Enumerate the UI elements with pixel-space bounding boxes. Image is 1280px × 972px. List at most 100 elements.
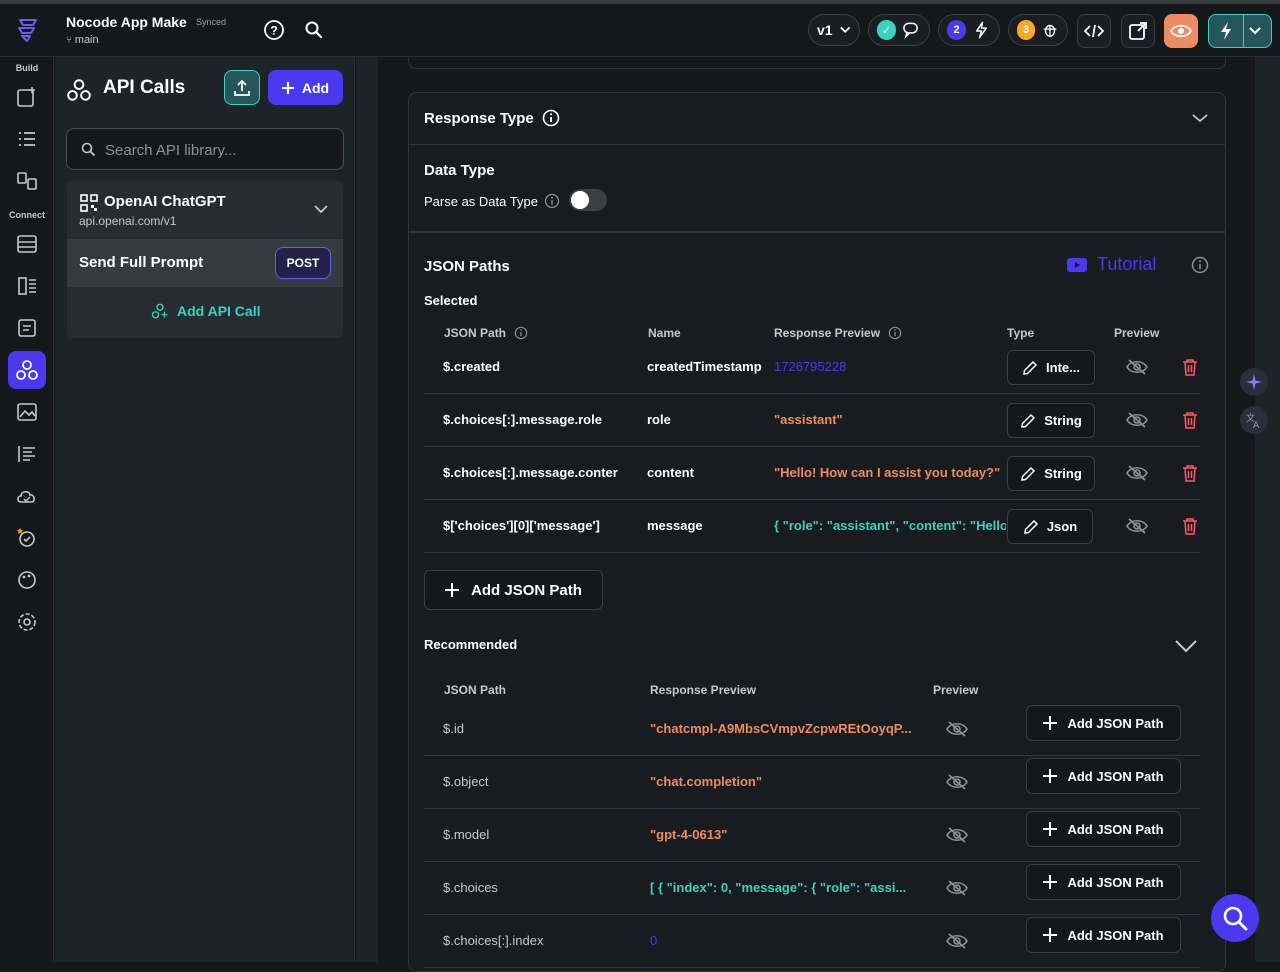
search-help-fab[interactable]	[1211, 894, 1259, 942]
branch-name: main	[74, 34, 99, 46]
type-label: String	[1044, 466, 1082, 481]
delete-icon[interactable]	[1182, 411, 1198, 434]
chevron-down-icon	[839, 26, 850, 34]
add-json-path-label: Add JSON Path	[1067, 715, 1164, 731]
nav-api-calls-icon[interactable]	[8, 351, 46, 389]
plus-icon	[1043, 928, 1058, 942]
code-icon	[1084, 24, 1104, 38]
nav-cloud-functions-icon[interactable]	[8, 477, 46, 515]
add-json-path-label: Add JSON Path	[1067, 927, 1164, 943]
code-view-button[interactable]	[1077, 14, 1111, 48]
open-external-button[interactable]	[1121, 14, 1155, 48]
delete-icon[interactable]	[1182, 517, 1198, 540]
response-preview-cell: "gpt-4-0613"	[650, 827, 728, 842]
preview-hidden-icon[interactable]	[1126, 411, 1148, 434]
chevron-down-icon[interactable]	[1249, 27, 1261, 35]
project-title[interactable]: Nocode App Make	[66, 14, 187, 30]
nav-settings-icon[interactable]	[8, 603, 46, 641]
bug-icon	[1043, 24, 1057, 38]
api-search-box[interactable]	[66, 128, 344, 170]
preview-hidden-icon[interactable]	[946, 720, 968, 743]
add-json-path-button[interactable]: Add JSON Path	[1026, 811, 1181, 847]
type-edit-button[interactable]: Inte...	[1007, 350, 1095, 385]
collaboration-pill[interactable]: ✓	[868, 14, 930, 46]
chevron-down-icon[interactable]	[314, 204, 328, 214]
delete-icon[interactable]	[1182, 464, 1198, 487]
api-group-name: OpenAI ChatGPT	[104, 193, 226, 210]
recommended-path-row: $.id "chatcmpl-A9MbsCVmpvZcpwREtOoyqP... A…	[424, 703, 1200, 756]
preview-hidden-icon[interactable]	[1126, 517, 1148, 540]
nav-agents-icon[interactable]: ★	[8, 519, 46, 557]
sparkle-icon	[1246, 374, 1262, 390]
json-path-cell: $.choices[:].message.conter	[443, 465, 618, 480]
add-json-path-button[interactable]: Add JSON Path	[424, 570, 603, 610]
sync-status: Synced	[196, 17, 227, 27]
bugs-pill[interactable]: 3	[1008, 14, 1068, 46]
type-edit-button[interactable]: Json	[1007, 509, 1093, 544]
plus-icon	[1043, 716, 1058, 730]
version-selector[interactable]: v1	[808, 14, 860, 46]
preview-hidden-icon[interactable]	[1126, 358, 1148, 381]
nav-media-icon[interactable]	[8, 393, 46, 431]
add-json-path-label: Add JSON Path	[1067, 821, 1164, 837]
json-path-cell: $.object	[443, 774, 489, 789]
help-icon[interactable]: ?	[262, 18, 286, 42]
type-label: Inte...	[1046, 360, 1080, 375]
run-divider	[1243, 14, 1244, 48]
info-icon[interactable]	[542, 109, 560, 127]
version-label: v1	[817, 22, 833, 38]
chevron-down-icon[interactable]	[1192, 113, 1208, 123]
response-preview-cell: "Hello! How can I assist you today?"	[774, 465, 1001, 480]
type-edit-button[interactable]: String	[1007, 456, 1095, 491]
nav-database-icon[interactable]	[8, 225, 46, 263]
navigation-rail: Build Connect ★	[0, 57, 54, 962]
info-icon[interactable]	[888, 326, 902, 340]
add-json-path-button[interactable]: Add JSON Path	[1026, 758, 1181, 794]
flutterflow-logo-icon[interactable]	[14, 16, 42, 44]
response-type-card: Response Type Data Type Parse as Data Ty…	[408, 92, 1226, 972]
type-edit-button[interactable]: String	[1007, 403, 1095, 438]
tutorial-link[interactable]: Tutorial	[1067, 254, 1156, 275]
ai-sparkle-button[interactable]	[1240, 368, 1268, 396]
api-group-openai[interactable]: OpenAI ChatGPT api.openai.com/v1 Send Fu…	[67, 180, 343, 338]
add-api-call-button[interactable]: Add API Call	[151, 302, 261, 320]
nav-custom-code-icon[interactable]	[8, 435, 46, 473]
selected-label: Selected	[424, 293, 478, 308]
search-icon[interactable]	[302, 18, 326, 42]
response-type-title: Response Type	[424, 110, 534, 127]
preview-hidden-icon[interactable]	[1126, 464, 1148, 487]
branch-label[interactable]: ⑂ main	[66, 34, 99, 46]
response-type-header[interactable]: Response Type	[409, 93, 1225, 145]
parse-data-type-toggle[interactable]	[569, 189, 607, 211]
info-icon[interactable]	[544, 193, 560, 209]
add-api-label: Add	[301, 79, 330, 96]
nav-custom-data-icon[interactable]	[8, 309, 46, 347]
preview-mode-button[interactable]	[1164, 14, 1198, 48]
pencil-icon	[1023, 519, 1039, 535]
nav-app-state-icon[interactable]	[8, 267, 46, 305]
preview-hidden-icon[interactable]	[946, 773, 968, 796]
upload-button[interactable]	[224, 70, 260, 105]
add-json-path-button[interactable]: Add JSON Path	[1026, 705, 1181, 741]
preview-hidden-icon[interactable]	[946, 879, 968, 902]
add-api-button[interactable]: Add	[268, 70, 343, 105]
api-call-send-full-prompt[interactable]: Send Full Prompt POST	[67, 239, 343, 287]
info-icon[interactable]	[514, 326, 528, 340]
info-icon[interactable]	[1191, 256, 1209, 274]
api-search-input[interactable]	[105, 139, 335, 161]
translate-button[interactable]: 文A	[1240, 406, 1268, 434]
preview-hidden-icon[interactable]	[946, 826, 968, 849]
col-preview: Preview	[1114, 326, 1160, 340]
add-json-path-button[interactable]: Add JSON Path	[1026, 864, 1181, 900]
nav-theme-icon[interactable]	[8, 561, 46, 599]
delete-icon[interactable]	[1182, 358, 1198, 381]
preview-hidden-icon[interactable]	[946, 932, 968, 955]
col-json-path: JSON Path	[444, 326, 507, 340]
notifications-pill[interactable]: 2	[938, 14, 1000, 46]
run-button[interactable]	[1208, 14, 1272, 48]
add-json-path-button[interactable]: Add JSON Path	[1026, 917, 1181, 953]
nav-storyboard-icon[interactable]	[8, 162, 46, 200]
chevron-down-icon[interactable]	[1175, 640, 1197, 652]
nav-add-page-icon[interactable]	[8, 78, 46, 116]
nav-widget-tree-icon[interactable]	[8, 120, 46, 158]
